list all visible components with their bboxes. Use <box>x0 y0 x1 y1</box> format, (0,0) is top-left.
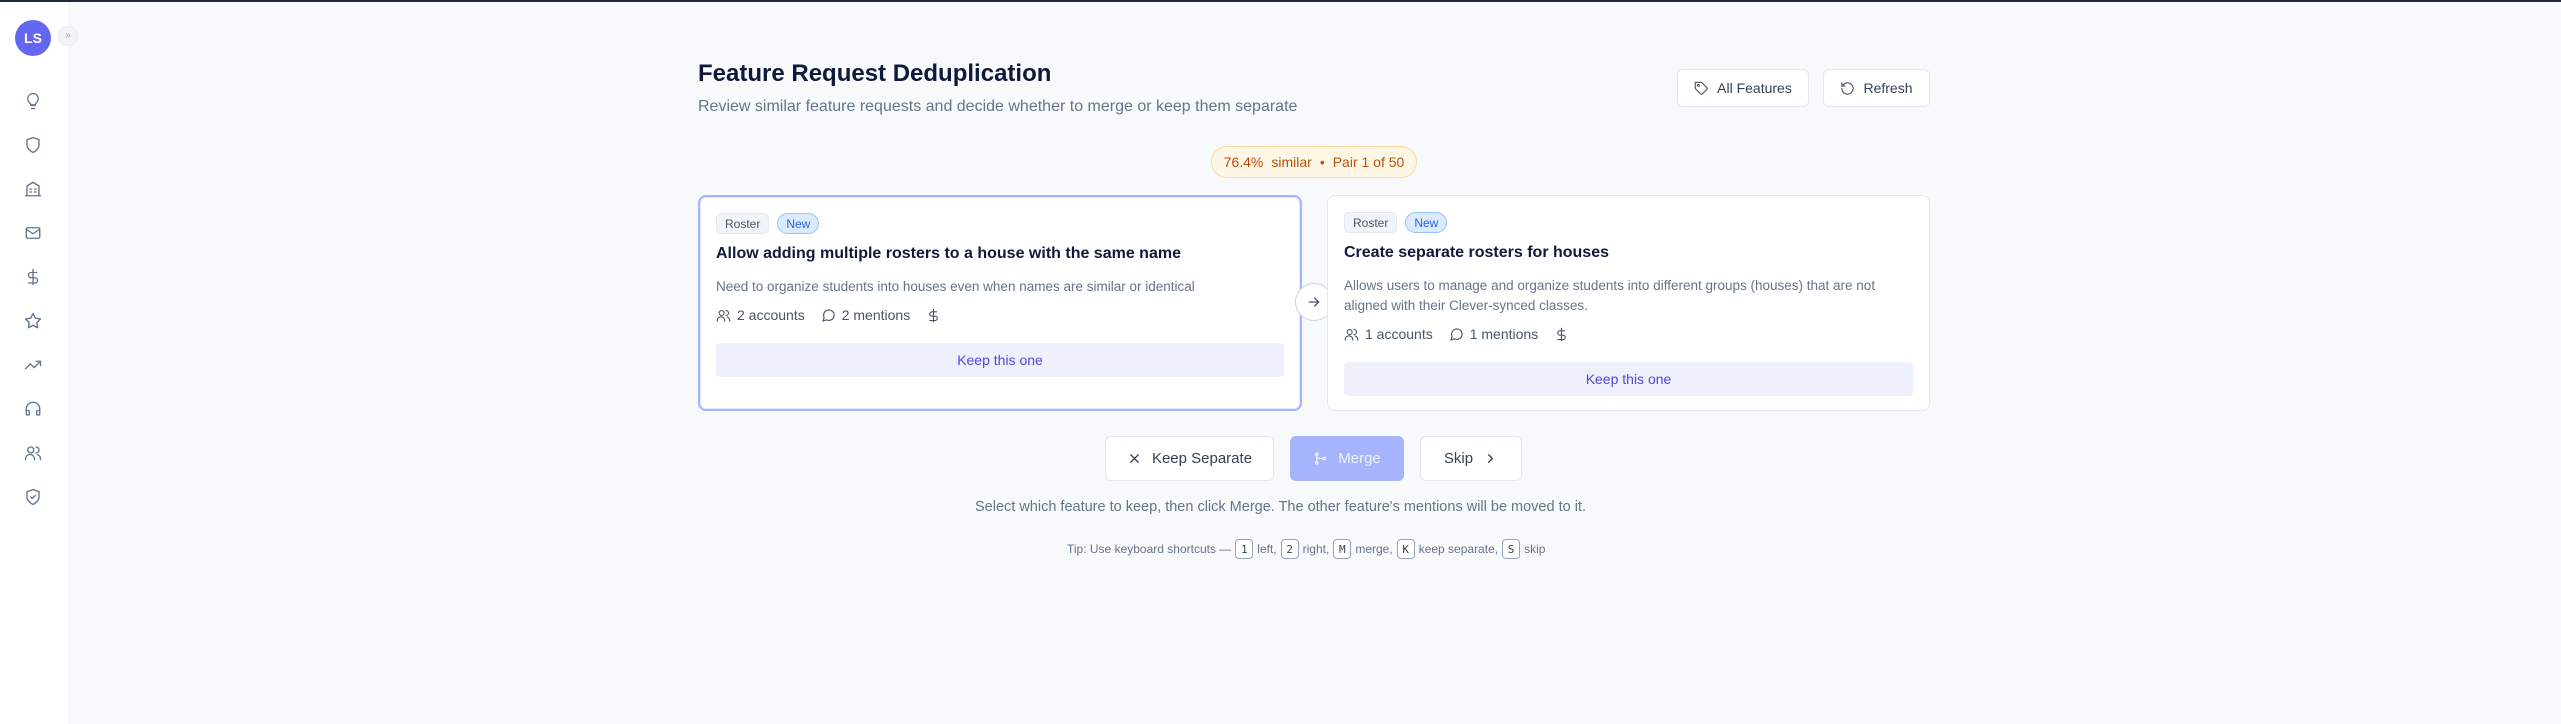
category-tag: Roster <box>1344 212 1398 233</box>
all-features-button[interactable]: All Features <box>1677 69 1809 107</box>
message-circle-icon <box>1450 327 1463 341</box>
skip-button[interactable]: Skip <box>1420 436 1522 481</box>
users-icon[interactable] <box>22 442 44 464</box>
category-tag: Roster <box>716 213 770 234</box>
keep-separate-label: Keep Separate <box>1151 450 1253 467</box>
kbd-label: right, <box>1302 542 1330 556</box>
right-feature-card[interactable]: Roster New Create separate rosters for h… <box>1327 195 1930 411</box>
kbd-key: 2 <box>1280 539 1299 559</box>
dollar-icon <box>929 308 938 322</box>
kbd-key: 1 <box>1235 539 1254 559</box>
similarity-badge: 76.4% similar • Pair 1 of 50 <box>1211 146 1417 178</box>
mentions-count: 1 mentions <box>1469 326 1539 342</box>
page-subtitle: Review similar feature requests and deci… <box>698 98 1298 115</box>
kbd-key: S <box>1502 539 1521 559</box>
kbd-key: M <box>1333 539 1352 559</box>
lightbulb-icon[interactable] <box>22 90 44 112</box>
building-icon[interactable] <box>22 178 44 200</box>
accounts-count: 1 accounts <box>1365 326 1433 342</box>
card-meta: 2 accounts 2 mentions <box>716 307 941 323</box>
kbd-label: skip <box>1524 542 1546 556</box>
similarity-percent: 76.4% <box>1223 154 1264 170</box>
star-icon[interactable] <box>22 310 44 332</box>
kbd-label: left, <box>1257 542 1277 556</box>
card-description: Need to organize students into houses ev… <box>716 279 1195 294</box>
merge-button[interactable]: Merge <box>1290 436 1404 481</box>
tag-icon <box>1694 81 1708 95</box>
card-description: Allows users to manage and organize stud… <box>1344 278 1876 313</box>
kbd-key: K <box>1396 539 1415 559</box>
avatar-initials: LS <box>24 30 42 46</box>
merge-label: Merge <box>1338 450 1381 467</box>
skip-label: Skip <box>1443 450 1474 467</box>
chevron-right-icon <box>1488 454 1494 463</box>
sidebar: LS » <box>0 2 78 724</box>
mentions-count: 2 mentions <box>841 307 911 323</box>
dollar-icon[interactable] <box>22 266 44 288</box>
status-badge: New <box>777 213 820 234</box>
all-features-label: All Features <box>1717 80 1792 96</box>
refresh-icon <box>1841 81 1855 95</box>
card-meta: 1 accounts 1 mentions <box>1344 326 1569 342</box>
tip-prefix: Tip: Use keyboard shortcuts — <box>1067 542 1232 556</box>
dollar-icon <box>1557 327 1566 341</box>
shield-icon[interactable] <box>22 134 44 156</box>
avatar[interactable]: LS <box>15 20 51 56</box>
status-badge: New <box>1405 212 1448 233</box>
keep-separate-button[interactable]: Keep Separate <box>1105 436 1274 481</box>
keep-left-button[interactable]: Keep this one <box>716 343 1284 377</box>
kbd-label: keep separate, <box>1418 542 1499 556</box>
instruction-text: Select which feature to keep, then click… <box>974 499 1586 515</box>
users-icon <box>716 309 731 322</box>
users-icon <box>1344 328 1359 341</box>
refresh-label: Refresh <box>1863 80 1913 96</box>
headset-icon[interactable] <box>22 398 44 420</box>
trending-up-icon[interactable] <box>22 354 44 376</box>
card-title: Create separate rosters for houses <box>1344 244 1609 261</box>
pair-counter: Pair 1 of 50 <box>1332 154 1405 170</box>
refresh-button[interactable]: Refresh <box>1823 69 1930 107</box>
close-icon <box>1130 454 1139 463</box>
card-title: Allow adding multiple rosters to a house… <box>716 245 1181 262</box>
similarity-label: similar <box>1271 154 1312 170</box>
message-circle-icon <box>822 308 835 322</box>
mail-icon[interactable] <box>22 222 44 244</box>
keep-right-button[interactable]: Keep this one <box>1344 362 1913 396</box>
kbd-label: merge, <box>1355 542 1393 556</box>
accounts-count: 2 accounts <box>737 307 805 323</box>
badge-separator: • <box>1319 154 1325 170</box>
merge-icon <box>1315 452 1327 465</box>
left-feature-card[interactable]: Roster New Allow adding multiple rosters… <box>698 195 1302 411</box>
keyboard-tip: Tip: Use keyboard shortcuts — 1 left, 2 … <box>1067 539 1545 559</box>
chevrons-right-icon[interactable]: » <box>58 26 78 46</box>
page-title: Feature Request Deduplication <box>698 60 1052 87</box>
